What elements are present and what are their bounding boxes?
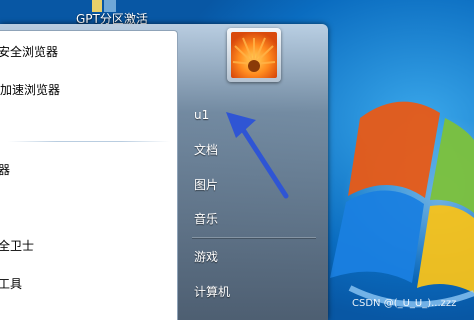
program-label: 工具 bbox=[0, 277, 23, 291]
program-item-tools[interactable]: 工具 bbox=[0, 271, 176, 297]
program-label: 安全浏览器 bbox=[0, 45, 59, 59]
right-pane-separator bbox=[192, 237, 316, 238]
program-item-app[interactable]: 器 bbox=[0, 157, 176, 183]
link-pictures[interactable]: 图片 bbox=[190, 173, 318, 197]
programs-separator bbox=[8, 141, 170, 142]
windows-logo-icon bbox=[330, 101, 474, 308]
link-user-folder[interactable]: u1 bbox=[190, 103, 318, 127]
program-item-fast-browser[interactable]: 加速浏览器 bbox=[0, 77, 176, 103]
link-label: 图片 bbox=[194, 178, 219, 192]
user-avatar[interactable] bbox=[227, 28, 281, 82]
program-item-security[interactable]: 全卫士 bbox=[0, 233, 176, 259]
link-games[interactable]: 游戏 bbox=[190, 245, 318, 269]
programs-pane: 安全浏览器 加速浏览器 器 全卫士 工具 bbox=[0, 30, 178, 320]
program-label: 加速浏览器 bbox=[0, 83, 61, 97]
link-label: 游戏 bbox=[194, 250, 219, 264]
link-music[interactable]: 音乐 bbox=[190, 207, 318, 231]
watermark: CSDN @(_U_U_)...zzz bbox=[352, 298, 457, 309]
link-label: 音乐 bbox=[194, 212, 219, 226]
link-label: u1 bbox=[194, 108, 210, 122]
program-label: 器 bbox=[0, 163, 11, 177]
program-label: 全卫士 bbox=[0, 239, 35, 253]
link-documents[interactable]: 文档 bbox=[190, 138, 318, 162]
link-computer[interactable]: 计算机 bbox=[190, 280, 318, 304]
flower-avatar-icon bbox=[231, 32, 277, 78]
program-item-browser[interactable]: 安全浏览器 bbox=[0, 39, 176, 65]
link-label: 文档 bbox=[194, 143, 219, 157]
link-label: 计算机 bbox=[194, 285, 231, 299]
